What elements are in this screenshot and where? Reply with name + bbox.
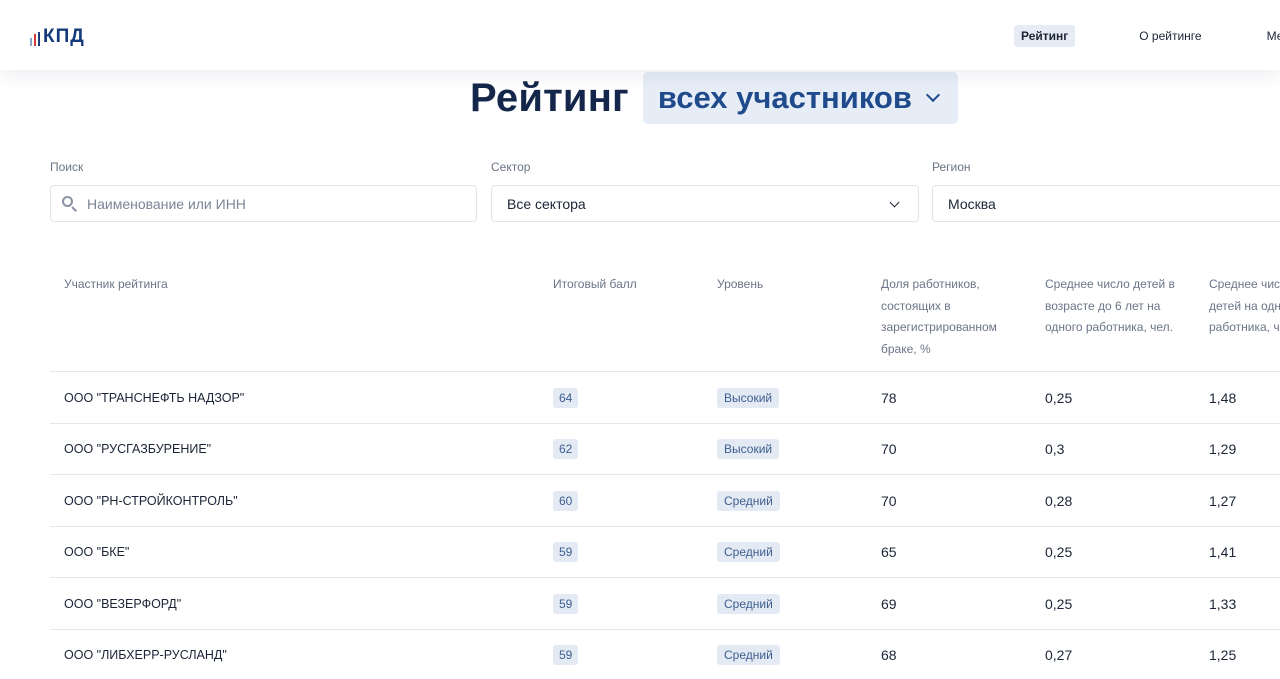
- logo-text: КПД: [43, 26, 85, 47]
- participant-name[interactable]: ООО "ЛИБХЕРР-РУСЛАНД": [64, 630, 227, 679]
- married-share-value: 69: [881, 595, 897, 612]
- column-header-kids-avg[interactable]: Среднее число детей на одного работника,…: [1209, 274, 1280, 339]
- kids-under-6-value: 0,27: [1045, 647, 1073, 664]
- sector-filter: Сектор Все сектора: [491, 160, 919, 222]
- score-cell: 60: [553, 475, 579, 526]
- level-cell: Высокий: [717, 372, 780, 423]
- table-header: Участник рейтинга Итоговый балл Уровень …: [50, 264, 1280, 372]
- nav-item-methodology[interactable]: Мето: [1260, 25, 1280, 47]
- region-select-value: Москва: [948, 195, 996, 212]
- kids-avg-value: 1,48: [1209, 389, 1237, 406]
- chevron-down-icon: [925, 87, 940, 103]
- kids-avg-value: 1,25: [1209, 647, 1237, 664]
- nav-item-rating[interactable]: Рейтинг: [1014, 25, 1076, 47]
- region-filter: Регион Москва: [932, 160, 1280, 222]
- level-badge: Средний: [717, 645, 780, 666]
- kids-avg-value: 1,29: [1209, 441, 1237, 458]
- kids-avg-value: 1,41: [1209, 544, 1237, 561]
- score-badge: 59: [553, 593, 579, 614]
- level-badge: Средний: [717, 490, 780, 511]
- kids-avg-value: 1,33: [1209, 595, 1237, 612]
- column-header-participant[interactable]: Участник рейтинга: [64, 274, 168, 296]
- kids-under-6-value: 0,25: [1045, 595, 1073, 612]
- participant-name[interactable]: ООО "РН-СТРОЙКОНТРОЛЬ": [64, 475, 238, 526]
- search-box[interactable]: [50, 185, 477, 222]
- region-label: Регион: [932, 160, 971, 174]
- participant-name[interactable]: ООО "БКЕ": [64, 527, 129, 578]
- chevron-down-icon: [889, 197, 900, 208]
- table-row[interactable]: ООО "РН-СТРОЙКОНТРОЛЬ" 60 Средний 70 0,2…: [50, 475, 1280, 527]
- married-share-value: 68: [881, 647, 897, 664]
- kids-under-6-value: 0,25: [1045, 389, 1073, 406]
- participants-dropdown[interactable]: всех участников: [642, 72, 958, 124]
- kids-under-6-value: 0,3: [1045, 441, 1065, 458]
- main-nav: Рейтинг О рейтинге Мето: [1014, 25, 1280, 47]
- nav-item-about[interactable]: О рейтинге: [1132, 25, 1208, 47]
- logo[interactable]: КПД: [30, 24, 85, 46]
- search-icon: [62, 195, 78, 212]
- married-share-value: 65: [881, 544, 897, 561]
- column-header-score[interactable]: Итоговый балл: [553, 274, 637, 296]
- kids-avg-value: 1,27: [1209, 492, 1237, 509]
- level-badge: Высокий: [717, 439, 780, 460]
- top-header: КПД Рейтинг О рейтинге Мето: [0, 0, 1280, 70]
- level-cell: Высокий: [717, 424, 780, 475]
- married-share-value: 70: [881, 441, 897, 458]
- table-row[interactable]: ООО "БКЕ" 59 Средний 65 0,25 1,41: [50, 527, 1280, 579]
- level-cell: Средний: [717, 630, 780, 679]
- score-badge: 60: [553, 490, 579, 511]
- page-title-row: Рейтинг всех участников: [470, 72, 958, 124]
- sector-select[interactable]: Все сектора: [491, 185, 919, 222]
- score-badge: 59: [553, 542, 579, 563]
- level-badge: Средний: [717, 542, 780, 563]
- kids-under-6-value: 0,28: [1045, 492, 1073, 509]
- table-row[interactable]: ООО "ТРАНСНЕФТЬ НАДЗОР" 64 Высокий 78 0,…: [50, 372, 1280, 424]
- table-row[interactable]: ООО "ВЕЗЕРФОРД" 59 Средний 69 0,25 1,33: [50, 578, 1280, 630]
- level-badge: Высокий: [717, 387, 780, 408]
- score-cell: 59: [553, 630, 579, 679]
- participant-name[interactable]: ООО "ВЕЗЕРФОРД": [64, 578, 181, 629]
- table-row[interactable]: ООО "ЛИБХЕРР-РУСЛАНД" 59 Средний 68 0,27…: [50, 630, 1280, 679]
- rating-table: Участник рейтинга Итоговый балл Уровень …: [50, 264, 1280, 679]
- score-cell: 62: [553, 424, 579, 475]
- kids-under-6-value: 0,25: [1045, 544, 1073, 561]
- level-badge: Средний: [717, 593, 780, 614]
- participant-name[interactable]: ООО "ТРАНСНЕФТЬ НАДЗОР": [64, 372, 244, 423]
- score-badge: 62: [553, 439, 579, 460]
- score-badge: 59: [553, 645, 579, 666]
- score-cell: 59: [553, 527, 579, 578]
- level-cell: Средний: [717, 527, 780, 578]
- search-filter: Поиск: [50, 160, 477, 222]
- score-cell: 59: [553, 578, 579, 629]
- participant-name[interactable]: ООО "РУСГАЗБУРЕНИЕ": [64, 424, 211, 475]
- level-cell: Средний: [717, 475, 780, 526]
- sector-select-value: Все сектора: [507, 195, 586, 212]
- search-label: Поиск: [50, 160, 84, 174]
- sector-label: Сектор: [491, 160, 531, 174]
- level-cell: Средний: [717, 578, 780, 629]
- column-header-kids-under-6[interactable]: Среднее число детей в возрасте до 6 лет …: [1045, 274, 1180, 339]
- region-select[interactable]: Москва: [932, 185, 1280, 222]
- married-share-value: 78: [881, 389, 897, 406]
- page-title: Рейтинг: [470, 75, 629, 120]
- participants-dropdown-value: всех участников: [657, 80, 912, 115]
- column-header-level[interactable]: Уровень: [717, 274, 763, 296]
- search-input[interactable]: [87, 195, 447, 212]
- logo-bars-icon: [30, 32, 40, 46]
- score-badge: 64: [553, 387, 579, 408]
- table-row[interactable]: ООО "РУСГАЗБУРЕНИЕ" 62 Высокий 70 0,3 1,…: [50, 424, 1280, 476]
- married-share-value: 70: [881, 492, 897, 509]
- score-cell: 64: [553, 372, 579, 423]
- column-header-married-share[interactable]: Доля работников, состоящих в зарегистрир…: [881, 274, 1011, 360]
